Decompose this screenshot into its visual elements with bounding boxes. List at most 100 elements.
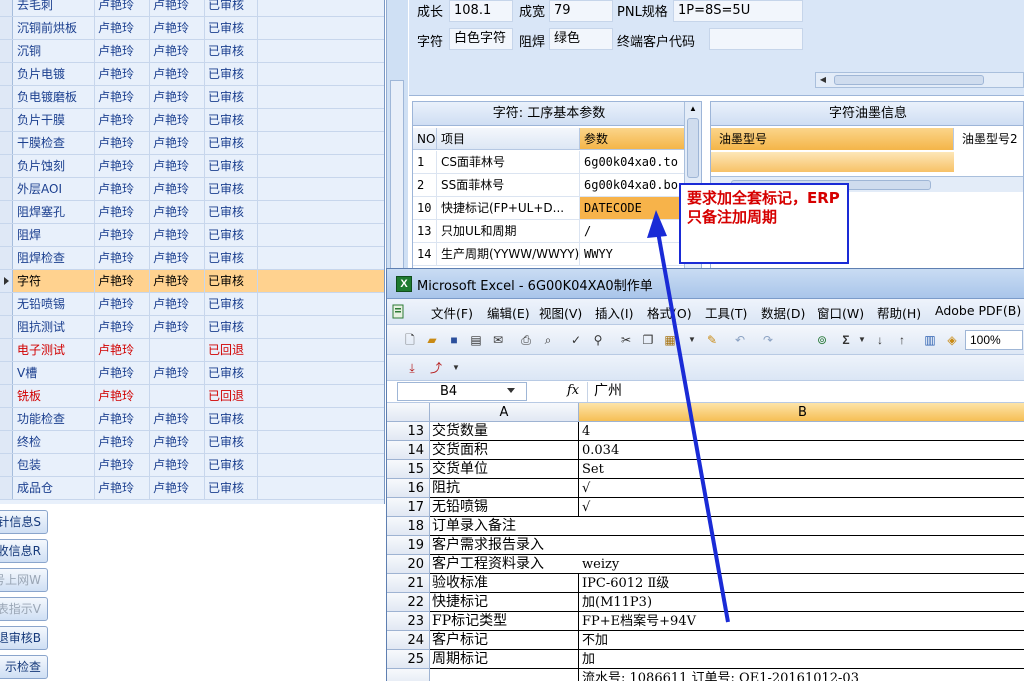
- scroll-left-icon[interactable]: ◀: [816, 73, 830, 87]
- menu-item[interactable]: 文件(F): [431, 303, 473, 322]
- cell-a[interactable]: 交货数量: [430, 422, 579, 441]
- copy-icon[interactable]: ❐: [639, 331, 657, 349]
- menu-item[interactable]: 视图(V): [539, 303, 582, 322]
- col-header-item[interactable]: 项目: [437, 128, 580, 150]
- param-row[interactable]: 13 只加UL和周期 /: [413, 220, 685, 243]
- drawing-icon[interactable]: ◈: [943, 331, 961, 349]
- process-row[interactable]: 功能检查 卢艳玲 卢艳玲 已审核: [0, 408, 384, 431]
- row-header[interactable]: 20: [387, 555, 430, 574]
- side-action-button[interactable]: 收信息R: [0, 539, 48, 563]
- row-indicator[interactable]: [0, 132, 13, 154]
- param-row[interactable]: 14 生产周期(YYWW/WWYY) WWYY: [413, 243, 685, 266]
- process-row[interactable]: 终检 卢艳玲 卢艳玲 已审核: [0, 431, 384, 454]
- pdf-convert-icon[interactable]: ⤓: [403, 359, 421, 377]
- param-value[interactable]: WWYY: [580, 243, 685, 265]
- length-field[interactable]: 108.1: [449, 0, 513, 22]
- paste-dropdown-icon[interactable]: ▼: [683, 331, 701, 349]
- cell-a[interactable]: 订单录入备注: [430, 517, 579, 536]
- process-row[interactable]: 干膜检查 卢艳玲 卢艳玲 已审核: [0, 132, 384, 155]
- row-indicator[interactable]: [0, 109, 13, 131]
- col-header-ink-model[interactable]: 油墨型号: [711, 128, 954, 150]
- cell-b[interactable]: [579, 517, 1024, 536]
- cell-b[interactable]: 不加: [579, 631, 1024, 650]
- side-action-button[interactable]: 针信息S: [0, 510, 48, 534]
- row-header[interactable]: 18: [387, 517, 430, 536]
- process-row[interactable]: 成品仓 卢艳玲 卢艳玲 已审核: [0, 477, 384, 500]
- cell-b[interactable]: 加: [579, 650, 1024, 669]
- menu-item[interactable]: 帮助(H): [877, 303, 921, 322]
- row-indicator[interactable]: [0, 86, 13, 108]
- process-row[interactable]: 阻焊检查 卢艳玲 卢艳玲 已审核: [0, 247, 384, 270]
- process-row[interactable]: 负电镀磨板 卢艳玲 卢艳玲 已审核: [0, 86, 384, 109]
- row-indicator[interactable]: [0, 63, 13, 85]
- hyperlink-icon[interactable]: ⊚: [813, 331, 831, 349]
- process-row[interactable]: 无铅喷锡 卢艳玲 卢艳玲 已审核: [0, 293, 384, 316]
- param-value[interactable]: DATECODE: [580, 197, 685, 219]
- top-horizontal-scrollbar[interactable]: ◀: [815, 72, 1024, 88]
- cell-b[interactable]: 流水号: 1086611 订单号: QE1-20161012-03: [579, 669, 1024, 681]
- process-row[interactable]: 阻抗测试 卢艳玲 卢艳玲 已审核: [0, 316, 384, 339]
- mask-field[interactable]: 绿色: [549, 28, 613, 50]
- process-row[interactable]: 外层AOI 卢艳玲 卢艳玲 已审核: [0, 178, 384, 201]
- cell-a[interactable]: 客户标记: [430, 631, 579, 650]
- cell-b[interactable]: FP+E档案号+94V: [579, 612, 1024, 631]
- cell-b[interactable]: √: [579, 479, 1024, 498]
- new-document-icon[interactable]: 🗋: [401, 331, 419, 349]
- col-header-param[interactable]: 参数: [580, 128, 685, 150]
- row-indicator[interactable]: [0, 362, 13, 384]
- save-icon[interactable]: ■: [445, 331, 463, 349]
- row-indicator[interactable]: [0, 17, 13, 39]
- process-row[interactable]: 包装 卢艳玲 卢艳玲 已审核: [0, 454, 384, 477]
- menu-doc-icon[interactable]: [391, 304, 405, 320]
- research-icon[interactable]: ⚲: [589, 331, 607, 349]
- print-icon[interactable]: ⎙: [517, 331, 535, 349]
- row-header[interactable]: 16: [387, 479, 430, 498]
- row-indicator[interactable]: [0, 201, 13, 223]
- row-indicator[interactable]: [0, 0, 13, 16]
- side-action-button[interactable]: 示检查: [0, 655, 48, 679]
- toolbar-options-icon[interactable]: ▼: [447, 359, 465, 377]
- process-row[interactable]: V槽 卢艳玲 卢艳玲 已审核: [0, 362, 384, 385]
- chart-wizard-icon[interactable]: ▥: [921, 331, 939, 349]
- row-header[interactable]: 15: [387, 460, 430, 479]
- cell-b[interactable]: weizy: [579, 555, 1024, 574]
- process-row[interactable]: 电子测试 卢艳玲 已回退: [0, 339, 384, 362]
- process-row[interactable]: 字符 卢艳玲 卢艳玲 已审核: [0, 270, 384, 293]
- cell-a[interactable]: 客户工程资料录入: [430, 555, 579, 574]
- row-indicator[interactable]: [0, 408, 13, 430]
- param-row[interactable]: 1 CS面菲林号 6g00k04xa0.to: [413, 151, 685, 174]
- side-action-button[interactable]: 号上网W: [0, 568, 48, 592]
- function-icon[interactable]: fx: [567, 383, 579, 398]
- col-header-no[interactable]: NO: [413, 128, 437, 150]
- row-header[interactable]: 13: [387, 422, 430, 441]
- cell-b[interactable]: [579, 536, 1024, 555]
- row-indicator[interactable]: [0, 155, 13, 177]
- sort-ascending-icon[interactable]: ↓: [871, 331, 889, 349]
- cut-icon[interactable]: ✂: [617, 331, 635, 349]
- side-action-button[interactable]: 退审核B: [0, 626, 48, 650]
- print-preview-icon[interactable]: ⌕: [539, 331, 557, 349]
- row-header[interactable]: 23: [387, 612, 430, 631]
- redo-icon[interactable]: ↷: [759, 331, 777, 349]
- select-all-corner[interactable]: [387, 403, 430, 422]
- customer-code-field[interactable]: [709, 28, 803, 50]
- cell-b[interactable]: 加(M11P3): [579, 593, 1024, 612]
- paste-icon[interactable]: ▦: [661, 331, 679, 349]
- cell-b[interactable]: 4: [579, 422, 1024, 441]
- menu-item[interactable]: 窗口(W): [817, 303, 864, 322]
- process-row[interactable]: 沉铜 卢艳玲 卢艳玲 已审核: [0, 40, 384, 63]
- pnl-field[interactable]: 1P=8S=5U: [673, 0, 803, 22]
- name-box-dropdown-icon[interactable]: [507, 388, 515, 393]
- cell-a[interactable]: 快捷标记: [430, 593, 579, 612]
- param-row[interactable]: 2 SS面菲林号 6g00k04xa0.bo: [413, 174, 685, 197]
- param-value[interactable]: 6g00k04xa0.bo: [580, 174, 685, 196]
- menu-item[interactable]: 数据(D): [761, 303, 805, 322]
- open-folder-icon[interactable]: ▰: [423, 331, 441, 349]
- row-header[interactable]: 17: [387, 498, 430, 517]
- row-header[interactable]: 25: [387, 650, 430, 669]
- side-action-button[interactable]: 表指示V: [0, 597, 48, 621]
- cell-a[interactable]: 周期标记: [430, 650, 579, 669]
- process-row[interactable]: 铣板 卢艳玲 已回退: [0, 385, 384, 408]
- cell-b[interactable]: 0.034: [579, 441, 1024, 460]
- char-field[interactable]: 白色字符: [449, 28, 513, 50]
